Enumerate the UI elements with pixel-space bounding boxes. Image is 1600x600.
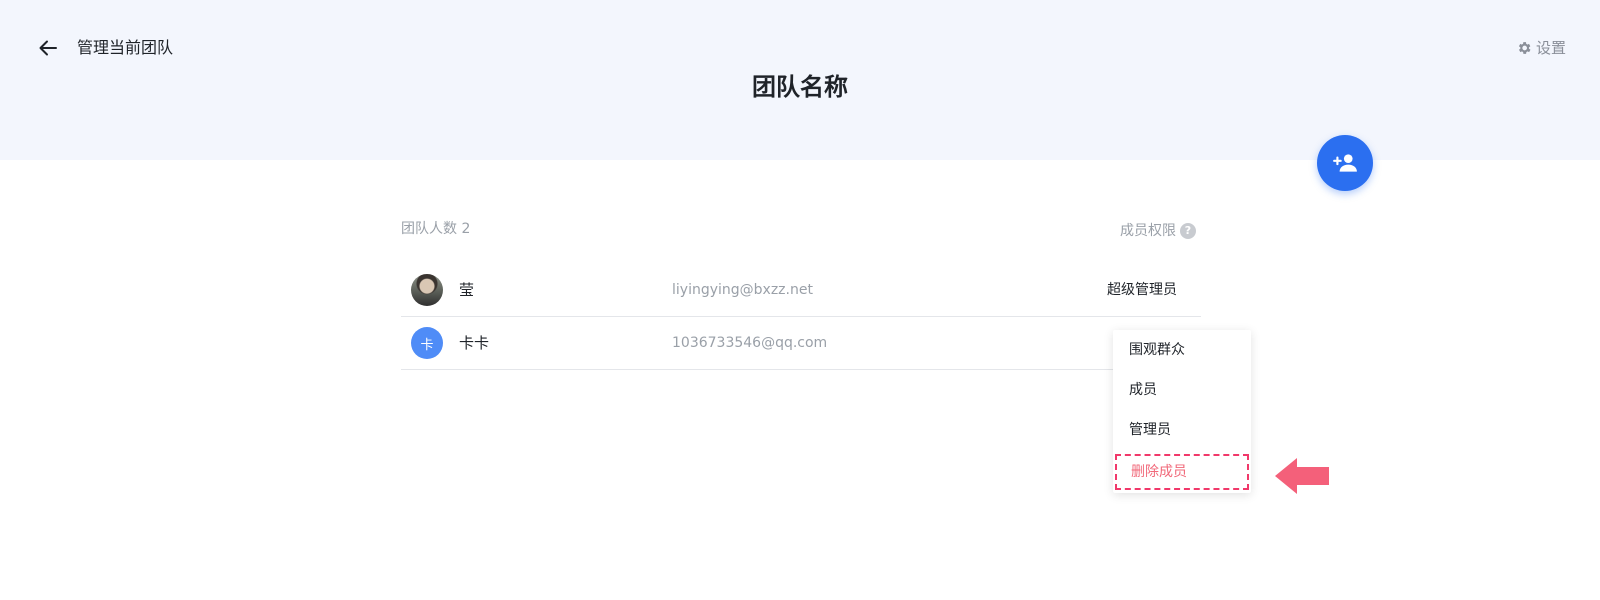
member-permission-label: 成员权限 <box>1120 223 1176 239</box>
back-label[interactable]: 管理当前团队 <box>77 37 173 59</box>
arrow-left-icon <box>39 40 57 56</box>
table-row: 莹 liyingying@bxzz.net 超级管理员 <box>401 264 1201 317</box>
back-button[interactable] <box>34 34 62 62</box>
member-permission-header: 成员权限 ? <box>1120 221 1196 241</box>
role-option-spectator[interactable]: 围观群众 <box>1113 332 1251 368</box>
page-title: 团队名称 <box>752 73 848 101</box>
member-count: 团队人数 2 <box>401 221 471 237</box>
remove-member-option[interactable]: 删除成员 <box>1115 454 1249 490</box>
help-icon[interactable]: ? <box>1180 223 1196 239</box>
avatar <box>411 274 443 306</box>
member-email: liyingying@bxzz.net <box>672 282 813 298</box>
add-person-icon <box>1333 154 1357 172</box>
member-name: 卡卡 <box>459 334 490 352</box>
settings-button[interactable]: 设置 <box>1516 37 1566 59</box>
member-name: 莹 <box>459 281 475 299</box>
role-option-member[interactable]: 成员 <box>1113 372 1251 408</box>
table-row: 卡 卡卡 1036733546@qq.com <box>401 317 1201 370</box>
member-email: 1036733546@qq.com <box>672 335 828 351</box>
role-option-admin[interactable]: 管理员 <box>1113 412 1251 448</box>
role-dropdown-menu: 围观群众 成员 管理员 删除成员 <box>1113 330 1251 493</box>
page-header: 管理当前团队 团队名称 设置 <box>0 0 1600 160</box>
member-role[interactable]: 超级管理员 <box>1107 280 1177 300</box>
settings-label: 设置 <box>1535 39 1566 57</box>
avatar: 卡 <box>411 327 443 359</box>
pointer-arrow-icon <box>1275 458 1329 494</box>
add-member-button[interactable] <box>1317 135 1373 191</box>
gear-icon <box>1518 42 1531 54</box>
